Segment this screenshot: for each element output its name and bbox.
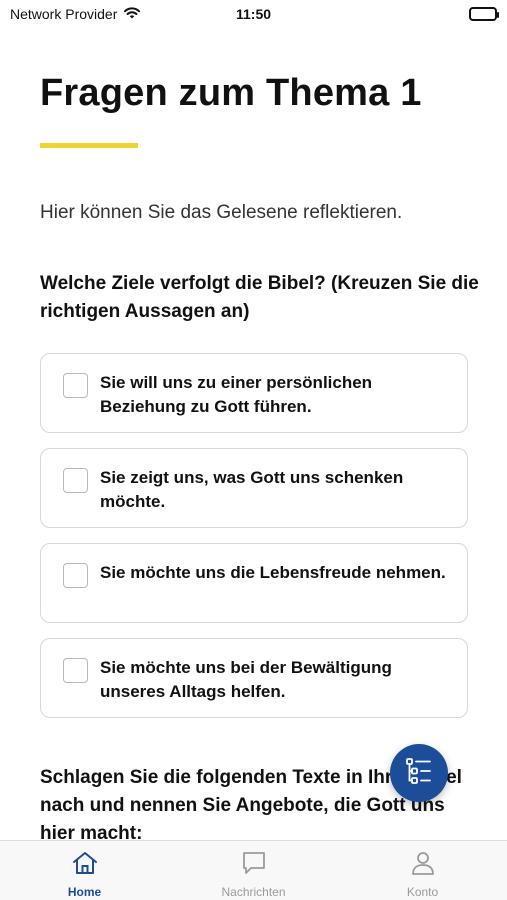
answer-option-label: Sie möchte uns bei der Bewältigung unser… [100,658,392,701]
battery-icon [469,7,499,21]
answer-option-2[interactable]: Sie zeigt uns, was Gott uns schenken möc… [40,448,468,528]
user-icon [409,850,437,881]
tab-label-home: Home [67,885,102,899]
status-left: Network Provider [10,6,141,23]
tab-label-konto: Konto [406,885,439,899]
wifi-icon [123,6,141,23]
answer-option-label: Sie zeigt uns, was Gott uns schenken möc… [100,468,404,511]
home-icon [71,850,99,881]
answer-option-3[interactable]: Sie möchte uns die Lebensfreude nehmen. [40,543,468,623]
intro-text: Hier können Sie das Gelesene reflektiere… [40,202,403,223]
screen: Network Provider 11:50 Fragen zum Thema … [0,0,507,900]
answer-option-label: Sie möchte uns die Lebensfreude nehmen. [100,563,446,582]
status-bar: Network Provider 11:50 [0,0,507,28]
checkbox-option-3[interactable] [63,563,88,588]
answer-option-4[interactable]: Sie möchte uns bei der Bewältigung unser… [40,638,468,718]
checkbox-option-1[interactable] [63,373,88,398]
tab-konto[interactable]: Konto [363,841,483,899]
status-time: 11:50 [235,6,272,22]
carrier-name: Network Provider [10,6,118,22]
tab-label-nachrichten: Nachrichten [221,885,286,899]
checkbox-option-2[interactable] [63,468,88,493]
outline-list-icon [404,756,434,791]
tab-nachrichten[interactable]: Nachrichten [194,841,314,899]
chat-bubble-icon [240,850,268,881]
tab-bar: Home Nachrichten Konto [0,840,507,900]
tab-home[interactable]: Home [25,841,145,899]
outline-list-button[interactable] [390,744,448,802]
answer-options: Sie will uns zu einer persönlichen Bezie… [40,353,468,733]
title-underline [40,143,138,148]
page-title: Fragen zum Thema 1 [40,72,422,114]
content-area[interactable]: Fragen zum Thema 1 Hier können Sie das G… [0,28,507,840]
question-1: Welche Ziele verfolgt die Bibel? (Kreuze… [40,273,479,322]
answer-option-label: Sie will uns zu einer persönlichen Bezie… [100,373,373,416]
checkbox-option-4[interactable] [63,658,88,683]
answer-option-1[interactable]: Sie will uns zu einer persönlichen Bezie… [40,353,468,433]
